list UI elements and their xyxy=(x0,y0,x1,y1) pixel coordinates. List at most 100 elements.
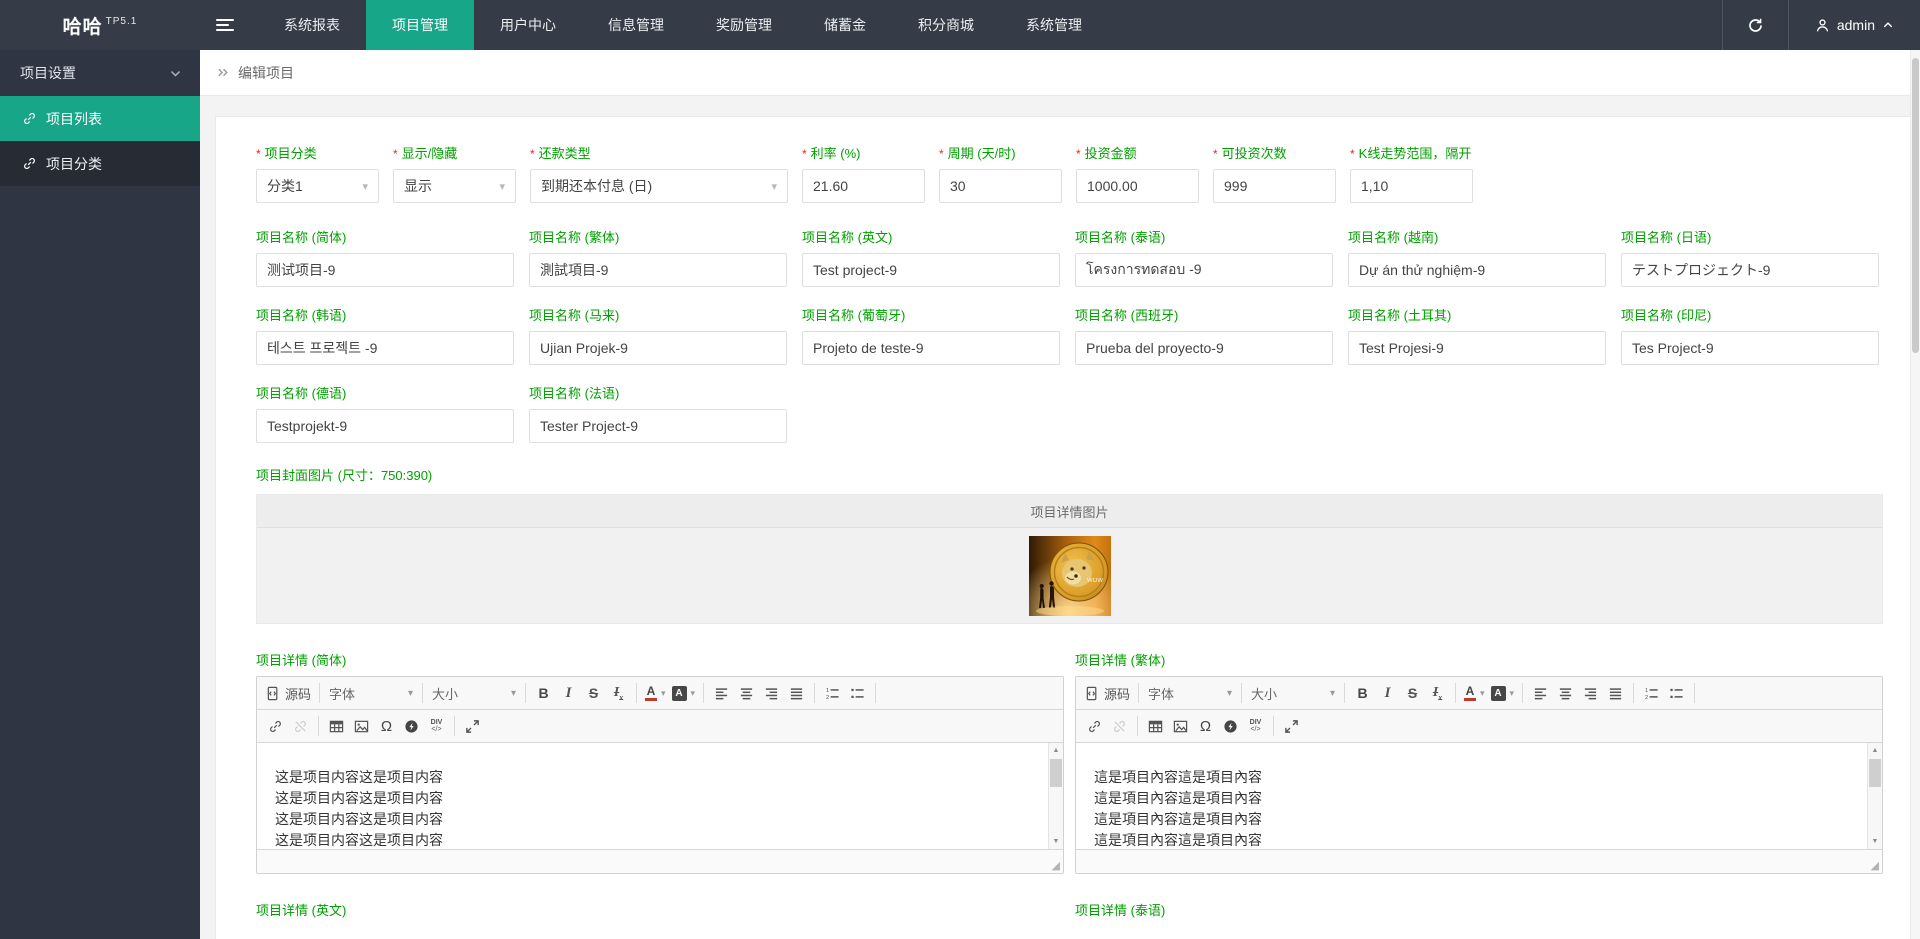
text-input[interactable] xyxy=(256,331,514,365)
align-center-button[interactable] xyxy=(1553,681,1578,706)
source-button[interactable]: 源码 xyxy=(1082,681,1133,706)
nav-item-4[interactable]: 信息管理 xyxy=(582,0,690,50)
text-input[interactable] xyxy=(1621,331,1879,365)
text-input[interactable] xyxy=(256,409,514,443)
image-button[interactable] xyxy=(1168,714,1193,739)
bold-button[interactable]: B xyxy=(1350,681,1375,706)
editor-content[interactable]: 这是项目内容这是项目内容这是项目内容这是项目内容这是项目内容这是项目内容这是项目… xyxy=(257,743,1063,849)
table-button[interactable] xyxy=(1143,714,1168,739)
page-scrollbar-thumb[interactable] xyxy=(1912,58,1919,353)
image-button[interactable] xyxy=(349,714,374,739)
text-color-button[interactable]: A▾ xyxy=(1461,681,1488,706)
select-field[interactable]: 分类1▾ xyxy=(256,169,379,203)
remove-format-button[interactable]: Ix xyxy=(1425,681,1450,706)
nav-item-7[interactable]: 积分商城 xyxy=(892,0,1000,50)
size-dropdown[interactable]: 大小▾ xyxy=(1247,681,1339,706)
brand-logo[interactable]: 哈哈 TP5.1 xyxy=(0,0,200,50)
flash-button[interactable] xyxy=(399,714,424,739)
link-button[interactable] xyxy=(1082,714,1107,739)
text-input[interactable] xyxy=(1621,253,1879,287)
nav-item-1[interactable]: 系统报表 xyxy=(258,0,366,50)
special-char-button[interactable]: Ω xyxy=(374,714,399,739)
div-container-button[interactable]: DIV</> xyxy=(424,714,449,739)
scroll-up-icon[interactable]: ▲ xyxy=(1868,743,1882,758)
select-field[interactable]: 到期还本付息 (日)▾ xyxy=(530,169,788,203)
div-container-button[interactable]: DIV</> xyxy=(1243,714,1268,739)
bg-color-button[interactable]: A▾ xyxy=(669,681,699,706)
text-input[interactable] xyxy=(1348,331,1606,365)
text-input[interactable] xyxy=(802,331,1060,365)
select-field[interactable]: 显示▾ xyxy=(393,169,516,203)
text-input[interactable] xyxy=(529,331,787,365)
align-justify-button[interactable] xyxy=(784,681,809,706)
text-input[interactable] xyxy=(1350,169,1473,203)
page-scrollbar[interactable] xyxy=(1910,50,1920,939)
sidebar-group-project-settings[interactable]: 项目设置 xyxy=(0,50,200,96)
ordered-list-button[interactable]: 12 xyxy=(820,681,845,706)
maximize-button[interactable] xyxy=(1279,714,1304,739)
bullet-list-button[interactable] xyxy=(845,681,870,706)
flash-button[interactable] xyxy=(1218,714,1243,739)
maximize-button[interactable] xyxy=(460,714,485,739)
text-input[interactable] xyxy=(256,253,514,287)
scroll-up-icon[interactable]: ▲ xyxy=(1049,743,1063,758)
sidebar-item-1[interactable]: 项目列表 xyxy=(0,96,200,141)
bold-button[interactable]: B xyxy=(531,681,556,706)
align-right-button[interactable] xyxy=(759,681,784,706)
refresh-button[interactable] xyxy=(1723,0,1788,50)
scroll-down-icon[interactable]: ▼ xyxy=(1868,834,1882,849)
align-left-button[interactable] xyxy=(709,681,734,706)
italic-button[interactable]: I xyxy=(556,681,581,706)
text-input[interactable] xyxy=(529,253,787,287)
text-input[interactable] xyxy=(1075,331,1333,365)
field-label-text: 项目名称 (马来) xyxy=(529,308,619,323)
editor-content[interactable]: 這是項目內容這是項目內容這是項目內容這是項目內容這是項目內容這是項目內容這是項目… xyxy=(1076,743,1882,849)
nav-item-8[interactable]: 系统管理 xyxy=(1000,0,1108,50)
size-dropdown[interactable]: 大小▾ xyxy=(428,681,520,706)
nav-item-6[interactable]: 储蓄金 xyxy=(798,0,892,50)
align-center-button[interactable] xyxy=(734,681,759,706)
bg-color-button[interactable]: A▾ xyxy=(1488,681,1518,706)
scrollbar-thumb[interactable] xyxy=(1869,759,1881,787)
strikethrough-button[interactable]: S xyxy=(1400,681,1425,706)
scrollbar-thumb[interactable] xyxy=(1050,759,1062,787)
text-input[interactable] xyxy=(802,253,1060,287)
text-input[interactable] xyxy=(1213,169,1336,203)
table-button[interactable] xyxy=(324,714,349,739)
link-button[interactable] xyxy=(263,714,288,739)
unlink-button[interactable] xyxy=(1107,714,1132,739)
text-input[interactable] xyxy=(1076,169,1199,203)
font-dropdown[interactable]: 字体▾ xyxy=(1144,681,1236,706)
editor-scrollbar[interactable]: ▲▼ xyxy=(1048,743,1063,849)
strikethrough-button[interactable]: S xyxy=(581,681,606,706)
text-input[interactable] xyxy=(529,409,787,443)
project-detail-image[interactable]: WOW xyxy=(1029,536,1111,616)
resize-grip-icon[interactable]: ◢ xyxy=(1052,859,1060,872)
text-input[interactable] xyxy=(1348,253,1606,287)
hamburger-icon[interactable] xyxy=(200,0,250,50)
special-char-button[interactable]: Ω xyxy=(1193,714,1218,739)
text-input[interactable] xyxy=(802,169,925,203)
nav-item-5[interactable]: 奖励管理 xyxy=(690,0,798,50)
source-button[interactable]: 源码 xyxy=(263,681,314,706)
align-left-button[interactable] xyxy=(1528,681,1553,706)
text-color-button[interactable]: A▾ xyxy=(642,681,669,706)
nav-item-2[interactable]: 项目管理 xyxy=(366,0,474,50)
bullet-list-button[interactable] xyxy=(1664,681,1689,706)
align-justify-button[interactable] xyxy=(1603,681,1628,706)
editor-text-line: 這是項目內容這是項目內容 xyxy=(1094,809,1852,830)
italic-button[interactable]: I xyxy=(1375,681,1400,706)
text-input[interactable] xyxy=(939,169,1062,203)
editor-scrollbar[interactable]: ▲▼ xyxy=(1867,743,1882,849)
scroll-down-icon[interactable]: ▼ xyxy=(1049,834,1063,849)
ordered-list-button[interactable]: 12 xyxy=(1639,681,1664,706)
sidebar-item-2[interactable]: 项目分类 xyxy=(0,141,200,186)
remove-format-button[interactable]: Ix xyxy=(606,681,631,706)
resize-grip-icon[interactable]: ◢ xyxy=(1871,859,1879,872)
user-menu[interactable]: admin xyxy=(1789,0,1920,50)
unlink-button[interactable] xyxy=(288,714,313,739)
text-input[interactable] xyxy=(1075,253,1333,287)
nav-item-3[interactable]: 用户中心 xyxy=(474,0,582,50)
font-dropdown[interactable]: 字体▾ xyxy=(325,681,417,706)
align-right-button[interactable] xyxy=(1578,681,1603,706)
